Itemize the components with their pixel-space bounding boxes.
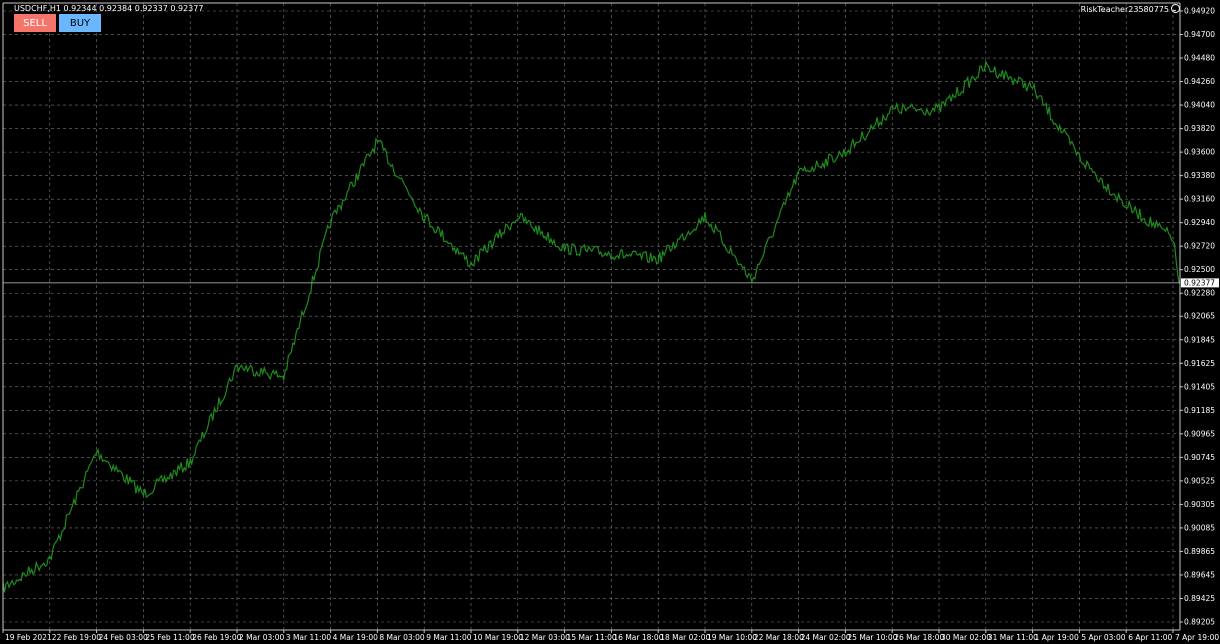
price-point bbox=[236, 365, 238, 367]
y-tick-label: 0.94700 bbox=[1184, 30, 1215, 39]
y-tick-label: 0.89425 bbox=[1184, 594, 1215, 603]
price-point bbox=[985, 65, 987, 68]
x-tick-label: 25 Mar 10:00 bbox=[847, 633, 897, 642]
y-tick-label: 0.94040 bbox=[1184, 101, 1215, 110]
y-tick-label: 0.90085 bbox=[1184, 523, 1215, 532]
price-point bbox=[1031, 87, 1034, 89]
current-price-label: 0.92377 bbox=[1184, 278, 1215, 287]
x-tick-label: 10 Mar 19:00 bbox=[473, 633, 523, 642]
price-point bbox=[283, 375, 285, 378]
y-tick-label: 0.94260 bbox=[1184, 77, 1215, 86]
price-point bbox=[657, 258, 659, 260]
y-tick-label: 0.92065 bbox=[1184, 312, 1215, 321]
smile-icon bbox=[1171, 4, 1180, 13]
y-tick-label: 0.94920 bbox=[1184, 7, 1215, 16]
x-tick-label: 5 Apr 03:00 bbox=[1081, 633, 1125, 642]
y-tick-label: 0.89865 bbox=[1184, 547, 1215, 556]
price-point bbox=[189, 461, 191, 463]
x-tick-label: 19 Feb 2021 bbox=[5, 633, 52, 642]
price-point bbox=[517, 215, 519, 218]
y-tick-label: 0.90305 bbox=[1184, 500, 1215, 509]
y-tick-label: 0.90525 bbox=[1184, 476, 1215, 485]
x-tick-label: 15 Mar 11:00 bbox=[567, 633, 617, 642]
y-tick-label: 0.89645 bbox=[1184, 570, 1215, 579]
symbol-info: USDCHF,H1 0.92344 0.92384 0.92337 0.9237… bbox=[14, 4, 204, 13]
price-point bbox=[797, 172, 800, 175]
current-price-tag: 0.92377 bbox=[1181, 278, 1219, 288]
x-tick-label: 8 Mar 03:00 bbox=[379, 633, 425, 642]
x-tick-label: 31 Mar 11:00 bbox=[988, 633, 1038, 642]
price-point bbox=[1125, 204, 1127, 207]
price-point bbox=[95, 450, 98, 453]
y-tick-label: 0.91185 bbox=[1184, 406, 1215, 415]
x-tick-label: 30 Mar 02:00 bbox=[941, 633, 991, 642]
x-tick-label: 2 Mar 03:00 bbox=[239, 633, 285, 642]
x-tick-label: 6 Apr 11:00 bbox=[1128, 633, 1172, 642]
x-tick-label: 3 Mar 11:00 bbox=[286, 633, 332, 642]
price-point bbox=[844, 151, 847, 153]
price-point bbox=[423, 215, 426, 218]
x-tick-label: 25 Feb 11:00 bbox=[145, 633, 194, 642]
x-tick-label: 1 Apr 19:00 bbox=[1035, 633, 1079, 642]
y-tick-label: 0.93600 bbox=[1184, 148, 1215, 157]
x-tick-label: 18 Mar 02:00 bbox=[660, 633, 710, 642]
account-id: RiskTeacher23580775 bbox=[1080, 5, 1169, 14]
y-tick-label: 0.93380 bbox=[1184, 171, 1215, 180]
y-tick-label: 0.90965 bbox=[1184, 429, 1215, 438]
y-tick-label: 0.91845 bbox=[1184, 335, 1215, 344]
y-tick-label: 0.93160 bbox=[1184, 195, 1215, 204]
x-tick-label: 12 Mar 03:00 bbox=[520, 633, 570, 642]
price-point bbox=[1078, 156, 1081, 159]
x-tick-label: 22 Feb 19:00 bbox=[52, 633, 101, 642]
x-tick-label: 19 Mar 10:00 bbox=[707, 633, 757, 642]
price-point bbox=[142, 493, 145, 496]
price-point bbox=[891, 108, 893, 111]
price-point bbox=[751, 279, 753, 282]
price-point bbox=[470, 263, 472, 266]
x-tick-label: 24 Mar 02:00 bbox=[801, 633, 851, 642]
x-tick-label: 9 Mar 11:00 bbox=[426, 633, 472, 642]
x-tick-label: 26 Feb 19:00 bbox=[192, 633, 241, 642]
price-point bbox=[610, 252, 613, 255]
y-tick-label: 0.90745 bbox=[1184, 453, 1215, 462]
y-tick-label: 0.91625 bbox=[1184, 359, 1215, 368]
y-tick-label: 0.92940 bbox=[1184, 218, 1215, 227]
sell-button[interactable]: SELL bbox=[14, 14, 56, 32]
y-tick-label: 0.94480 bbox=[1184, 54, 1215, 63]
price-chart[interactable]: 0.94920 0.94700 0.94480 0.94260 0.94040 0.938… bbox=[0, 0, 1220, 644]
x-tick-label: 16 Mar 18:00 bbox=[613, 633, 663, 642]
y-tick-label: 0.89205 bbox=[1184, 618, 1215, 627]
y-tick-label: 0.91405 bbox=[1184, 382, 1215, 391]
y-tick-label: 0.93820 bbox=[1184, 124, 1215, 133]
x-tick-label: 7 Apr 19:00 bbox=[1175, 633, 1219, 642]
x-tick-label: 22 Mar 18:00 bbox=[754, 633, 804, 642]
price-point bbox=[563, 247, 566, 250]
price-point bbox=[329, 220, 332, 223]
price-point bbox=[49, 557, 51, 560]
price-point bbox=[938, 108, 940, 111]
account-label: RiskTeacher23580775 bbox=[1081, 4, 1180, 14]
x-tick-label: 26 Mar 18:00 bbox=[894, 633, 944, 642]
y-tick-label: 0.92720 bbox=[1184, 242, 1215, 251]
price-point bbox=[704, 215, 706, 218]
price-point bbox=[1172, 236, 1174, 239]
buy-button[interactable]: BUY bbox=[59, 14, 101, 32]
x-tick-label: 24 Feb 03:00 bbox=[99, 633, 148, 642]
x-tick-label: 4 Mar 19:00 bbox=[333, 633, 379, 642]
y-tick-label: 0.92500 bbox=[1184, 265, 1215, 274]
price-point bbox=[376, 140, 379, 143]
y-tick-label: 0.92280 bbox=[1184, 289, 1215, 298]
